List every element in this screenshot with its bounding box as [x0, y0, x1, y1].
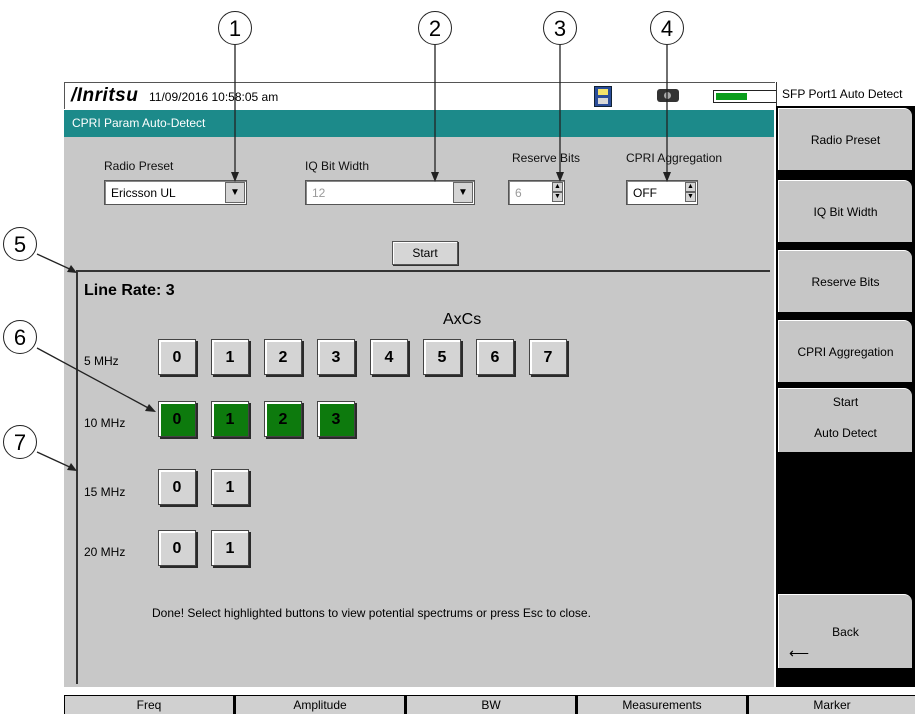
axc-button-5mhz-5[interactable]: 5 — [423, 339, 461, 375]
axcs-heading: AxCs — [443, 311, 482, 328]
row-label-5mhz: 5 MHz — [84, 354, 119, 368]
divider — [76, 272, 78, 684]
callout-7: 7 — [3, 425, 37, 459]
axc-button-20mhz-1[interactable]: 1 — [211, 530, 249, 566]
axc-button-15mhz-0[interactable]: 0 — [158, 469, 196, 505]
cpri-aggregation-value: OFF — [633, 186, 657, 200]
softkey-start-line2: Auto Detect — [814, 426, 877, 440]
callout-4: 4 — [650, 11, 684, 45]
softkey-radio-preset[interactable]: Radio Preset — [778, 108, 912, 170]
tab-freq[interactable]: Freq — [65, 696, 233, 714]
callout-3: 3 — [543, 11, 577, 45]
spin-down-icon[interactable]: ▼ — [552, 192, 563, 202]
axc-button-10mhz-2[interactable]: 2 — [264, 401, 302, 437]
axc-button-5mhz-4[interactable]: 4 — [370, 339, 408, 375]
row-label-20mhz: 20 MHz — [84, 545, 126, 559]
soft-key-menu: SFP Port1 Auto Detect Radio Preset IQ Bi… — [776, 82, 915, 687]
softkey-start-auto-detect[interactable]: Start Auto Detect — [778, 388, 912, 452]
chevron-down-icon[interactable]: ▼ — [453, 182, 473, 203]
status-bar: /Inritsu 11/09/2016 10:58:05 am — [64, 82, 789, 109]
axc-button-5mhz-0[interactable]: 0 — [158, 339, 196, 375]
datetime-readout: 11/09/2016 10:58:05 am — [149, 90, 279, 104]
reserve-bits-label: Reserve Bits — [512, 151, 581, 165]
axc-button-10mhz-3[interactable]: 3 — [317, 401, 355, 437]
chevron-down-icon[interactable]: ▼ — [225, 182, 245, 203]
axc-button-15mhz-1[interactable]: 1 — [211, 469, 249, 505]
spin-up-icon[interactable]: ▲ — [552, 182, 563, 192]
spin-up-icon[interactable]: ▲ — [685, 182, 696, 192]
row-label-10mhz: 10 MHz — [84, 416, 126, 430]
bottom-menu-bar: Freq Amplitude BW Measurements Marker — [64, 695, 915, 714]
softkey-back[interactable]: Back ⟵ — [778, 594, 912, 668]
tab-amplitude[interactable]: Amplitude — [236, 696, 404, 714]
row-label-15mhz: 15 MHz — [84, 485, 126, 499]
iq-bit-width-dropdown[interactable]: 12 ▼ — [305, 180, 475, 205]
axc-button-10mhz-0[interactable]: 0 — [158, 401, 196, 437]
dialog-title-bar: CPRI Param Auto-Detect — [64, 110, 774, 137]
tab-marker[interactable]: Marker — [749, 696, 915, 714]
dialog-title: CPRI Param Auto-Detect — [72, 116, 206, 130]
status-message: Done! Select highlighted buttons to view… — [152, 606, 591, 620]
axc-button-5mhz-3[interactable]: 3 — [317, 339, 355, 375]
axc-button-5mhz-2[interactable]: 2 — [264, 339, 302, 375]
softkey-iq-bit-width[interactable]: IQ Bit Width — [778, 180, 912, 242]
save-icon[interactable] — [594, 86, 612, 107]
reserve-bits-spinner[interactable]: 6 ▲ ▼ — [508, 180, 565, 205]
softkey-reserve-bits[interactable]: Reserve Bits — [778, 250, 912, 312]
tab-bw[interactable]: BW — [407, 696, 575, 714]
camera-icon[interactable] — [657, 89, 679, 102]
radio-preset-label: Radio Preset — [104, 159, 174, 173]
start-button[interactable]: Start — [392, 241, 458, 265]
auto-detect-panel: Radio Preset IQ Bit Width Reserve Bits C… — [64, 137, 774, 687]
iq-bit-width-label: IQ Bit Width — [305, 159, 370, 173]
spin-down-icon[interactable]: ▼ — [685, 192, 696, 202]
radio-preset-value: Ericsson UL — [111, 186, 176, 200]
callout-1: 1 — [218, 11, 252, 45]
axc-button-5mhz-6[interactable]: 6 — [476, 339, 514, 375]
line-rate-heading: Line Rate: 3 — [84, 282, 175, 299]
axc-button-20mhz-0[interactable]: 0 — [158, 530, 196, 566]
softkey-cpri-aggregation[interactable]: CPRI Aggregation — [778, 320, 912, 382]
axc-button-5mhz-1[interactable]: 1 — [211, 339, 249, 375]
anritsu-logo: /Inritsu — [71, 85, 139, 106]
menu-title: SFP Port1 Auto Detect — [776, 82, 915, 106]
axc-button-10mhz-1[interactable]: 1 — [211, 401, 249, 437]
reserve-bits-value: 6 — [515, 186, 522, 200]
back-arrow-icon: ⟵ — [789, 645, 810, 661]
callout-6: 6 — [3, 320, 37, 354]
callout-5: 5 — [3, 227, 37, 261]
callout-2: 2 — [418, 11, 452, 45]
battery-icon — [713, 90, 783, 103]
cpri-aggregation-label: CPRI Aggregation — [626, 151, 723, 165]
softkey-start-line1: Start — [832, 395, 859, 409]
divider — [76, 270, 770, 272]
axc-button-5mhz-7[interactable]: 7 — [529, 339, 567, 375]
battery-level — [716, 93, 747, 100]
radio-preset-dropdown[interactable]: Ericsson UL ▼ — [104, 180, 247, 205]
tab-measurements[interactable]: Measurements — [578, 696, 746, 714]
iq-bit-width-value: 12 — [312, 186, 326, 200]
cpri-aggregation-spinner[interactable]: OFF ▲ ▼ — [626, 180, 698, 205]
